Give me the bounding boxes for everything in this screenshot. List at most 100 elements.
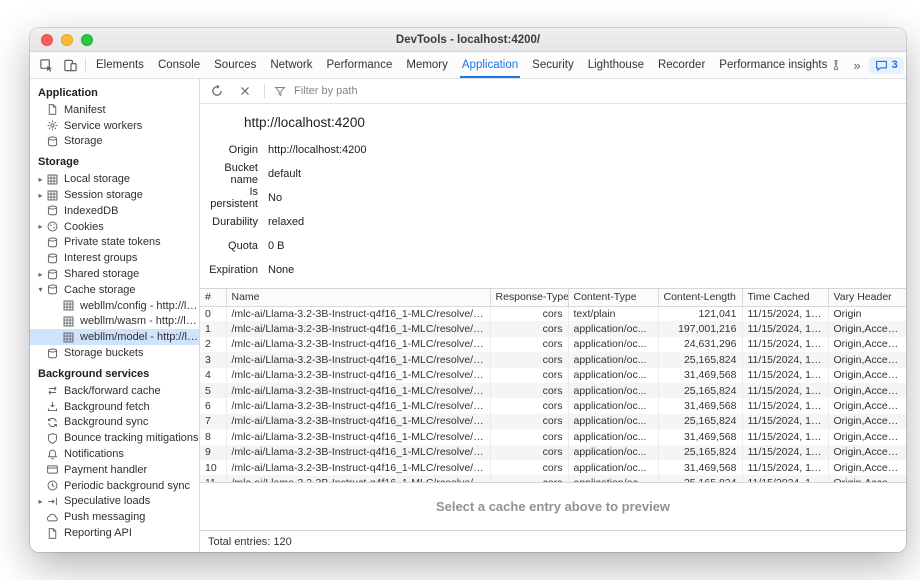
cell-index: 11 [200, 475, 226, 482]
table-row[interactable]: 3/mlc-ai/Llama-3.2-3B-Instruct-q4f16_1-M… [200, 352, 906, 367]
tab-label: Performance [327, 59, 393, 71]
interest-groups-icon [46, 252, 59, 265]
table-row[interactable]: 2/mlc-ai/Llama-3.2-3B-Instruct-q4f16_1-M… [200, 337, 906, 352]
table-row[interactable]: 9/mlc-ai/Llama-3.2-3B-Instruct-q4f16_1-M… [200, 445, 906, 460]
window-title: DevTools - localhost:4200/ [396, 34, 540, 46]
section-title-application: Application [30, 80, 199, 102]
payment-handler-icon [46, 463, 59, 476]
sidebar-item-back-forward-cache[interactable]: Back/forward cache [30, 383, 199, 399]
chevron-down-icon[interactable]: ▾ [35, 285, 46, 294]
chevron-right-icon[interactable]: ▸ [35, 270, 46, 279]
close-window-button[interactable] [41, 34, 53, 46]
sidebar-item-payment-handler[interactable]: Payment handler [30, 462, 199, 478]
sidebar-item-background-sync[interactable]: Background sync [30, 415, 199, 431]
webllm-wasm-http-loca-icon [62, 315, 75, 328]
cell-name: /mlc-ai/Llama-3.2-3B-Instruct-q4f16_1-ML… [226, 306, 490, 321]
minimize-window-button[interactable] [61, 34, 73, 46]
toggle-device-toolbar-button[interactable] [58, 52, 82, 78]
column-header-response-type[interactable]: Response-Type [490, 289, 568, 306]
cell-response-type: cors [490, 398, 568, 413]
sidebar-item-label: Speculative loads [64, 495, 150, 507]
tab-performance[interactable]: Performance [320, 52, 400, 78]
sidebar-item-webllm-config-http-loc[interactable]: webllm/config - http://loc... [30, 298, 199, 314]
chevron-right-icon[interactable]: ▸ [35, 222, 46, 231]
zoom-window-button[interactable] [81, 34, 93, 46]
column-header-content-type[interactable]: Content-Type [568, 289, 658, 306]
sidebar-item-speculative-loads[interactable]: ▸ Speculative loads [30, 494, 199, 510]
tab-elements[interactable]: Elements [89, 52, 151, 78]
tab-label: Recorder [658, 59, 705, 71]
sidebar-item-cookies[interactable]: ▸Cookies [30, 219, 199, 235]
tab-console[interactable]: Console [151, 52, 207, 78]
tab-network[interactable]: Network [263, 52, 319, 78]
inspect-element-button[interactable] [34, 52, 58, 78]
sidebar-item-session-storage[interactable]: ▸Session storage [30, 187, 199, 203]
tab-security[interactable]: Security [525, 52, 581, 78]
table-row[interactable]: 11/mlc-ai/Llama-3.2-3B-Instruct-q4f16_1-… [200, 475, 906, 482]
table-row[interactable]: 4/mlc-ai/Llama-3.2-3B-Instruct-q4f16_1-M… [200, 368, 906, 383]
more-tabs-icon[interactable]: » [849, 58, 864, 73]
cell-vary-header: Origin,Access... [828, 337, 906, 352]
tab-application[interactable]: Application [455, 52, 525, 78]
sidebar-item-service-workers[interactable]: Service workers [30, 118, 199, 134]
cell-content-length: 121,041 [658, 306, 742, 321]
table-row[interactable]: 6/mlc-ai/Llama-3.2-3B-Instruct-q4f16_1-M… [200, 398, 906, 413]
sidebar-item-private-state-tokens[interactable]: Private state tokens [30, 235, 199, 251]
toolbar-right-cluster: » 3 ⋮ [849, 52, 906, 78]
chevron-right-icon[interactable]: ▸ [35, 191, 46, 200]
sidebar-item-push-messaging[interactable]: Push messaging [30, 509, 199, 525]
tab-performance-insights[interactable]: Performance insights [712, 52, 849, 78]
delete-selected-button[interactable] [233, 84, 257, 98]
table-row[interactable]: 8/mlc-ai/Llama-3.2-3B-Instruct-q4f16_1-M… [200, 429, 906, 444]
toolbar-divider [85, 58, 86, 73]
cell-index: 3 [200, 352, 226, 367]
devtools-main: ApplicationManifestService workersStorag… [30, 79, 906, 552]
cell-content-type: application/oc... [568, 475, 658, 482]
chevron-right-icon[interactable]: ▸ [35, 497, 46, 506]
filter-input[interactable] [292, 84, 422, 98]
table-row[interactable]: 7/mlc-ai/Llama-3.2-3B-Instruct-q4f16_1-M… [200, 414, 906, 429]
sidebar-item-storage-buckets[interactable]: Storage buckets [30, 345, 199, 361]
column-header-index[interactable]: # [200, 289, 226, 306]
messages-button[interactable]: 3 [869, 57, 904, 74]
cell-time-cached: 11/15/2024, 10... [742, 352, 828, 367]
refresh-button[interactable] [205, 84, 229, 98]
tab-memory[interactable]: Memory [399, 52, 455, 78]
sidebar-item-manifest[interactable]: Manifest [30, 102, 199, 118]
cell-time-cached: 11/15/2024, 10... [742, 383, 828, 398]
sidebar-item-bounce-tracking-mitigations[interactable]: Bounce tracking mitigations [30, 430, 199, 446]
column-header-vary-header[interactable]: Vary Header [828, 289, 906, 306]
table-row[interactable]: 1/mlc-ai/Llama-3.2-3B-Instruct-q4f16_1-M… [200, 321, 906, 336]
table-row[interactable]: 10/mlc-ai/Llama-3.2-3B-Instruct-q4f16_1-… [200, 460, 906, 475]
sidebar-item-background-fetch[interactable]: Background fetch [30, 399, 199, 415]
cell-vary-header: Origin,Access... [828, 475, 906, 482]
sidebar-item-label: Reporting API [64, 527, 132, 539]
table-row[interactable]: 0/mlc-ai/Llama-3.2-3B-Instruct-q4f16_1-M… [200, 306, 906, 321]
meta-value: None [268, 264, 294, 276]
sidebar-item-cache-storage[interactable]: ▾Cache storage [30, 282, 199, 298]
sidebar-item-notifications[interactable]: Notifications [30, 446, 199, 462]
tab-lighthouse[interactable]: Lighthouse [581, 52, 651, 78]
sidebar-item-storage[interactable]: Storage [30, 134, 199, 150]
sidebar-item-local-storage[interactable]: ▸Local storage [30, 171, 199, 187]
sidebar-item-shared-storage[interactable]: ▸Shared storage [30, 266, 199, 282]
sidebar-item-reporting-api[interactable]: Reporting API [30, 525, 199, 541]
sidebar-item-webllm-wasm-http-loca[interactable]: webllm/wasm - http://loca... [30, 314, 199, 330]
chevron-right-icon[interactable]: ▸ [35, 175, 46, 184]
column-header-name[interactable]: Name [226, 289, 490, 306]
table-row[interactable]: 5/mlc-ai/Llama-3.2-3B-Instruct-q4f16_1-M… [200, 383, 906, 398]
tab-recorder[interactable]: Recorder [651, 52, 712, 78]
sidebar-item-webllm-model-http-loc[interactable]: webllm/model - http://loc... [30, 329, 199, 345]
cell-content-type: application/oc... [568, 414, 658, 429]
sidebar-item-periodic-background-sync[interactable]: Periodic background sync [30, 478, 199, 494]
preview-pane: Select a cache entry above to preview [200, 482, 906, 530]
cell-content-type: application/oc... [568, 445, 658, 460]
sidebar-item-interest-groups[interactable]: Interest groups [30, 250, 199, 266]
column-header-content-length[interactable]: Content-Length [658, 289, 742, 306]
column-header-time-cached[interactable]: Time Cached [742, 289, 828, 306]
sidebar-item-indexeddb[interactable]: IndexedDB [30, 203, 199, 219]
filter-icon [272, 83, 288, 99]
cell-time-cached: 11/15/2024, 10... [742, 414, 828, 429]
speculative-loads-icon [46, 495, 59, 508]
tab-sources[interactable]: Sources [207, 52, 263, 78]
